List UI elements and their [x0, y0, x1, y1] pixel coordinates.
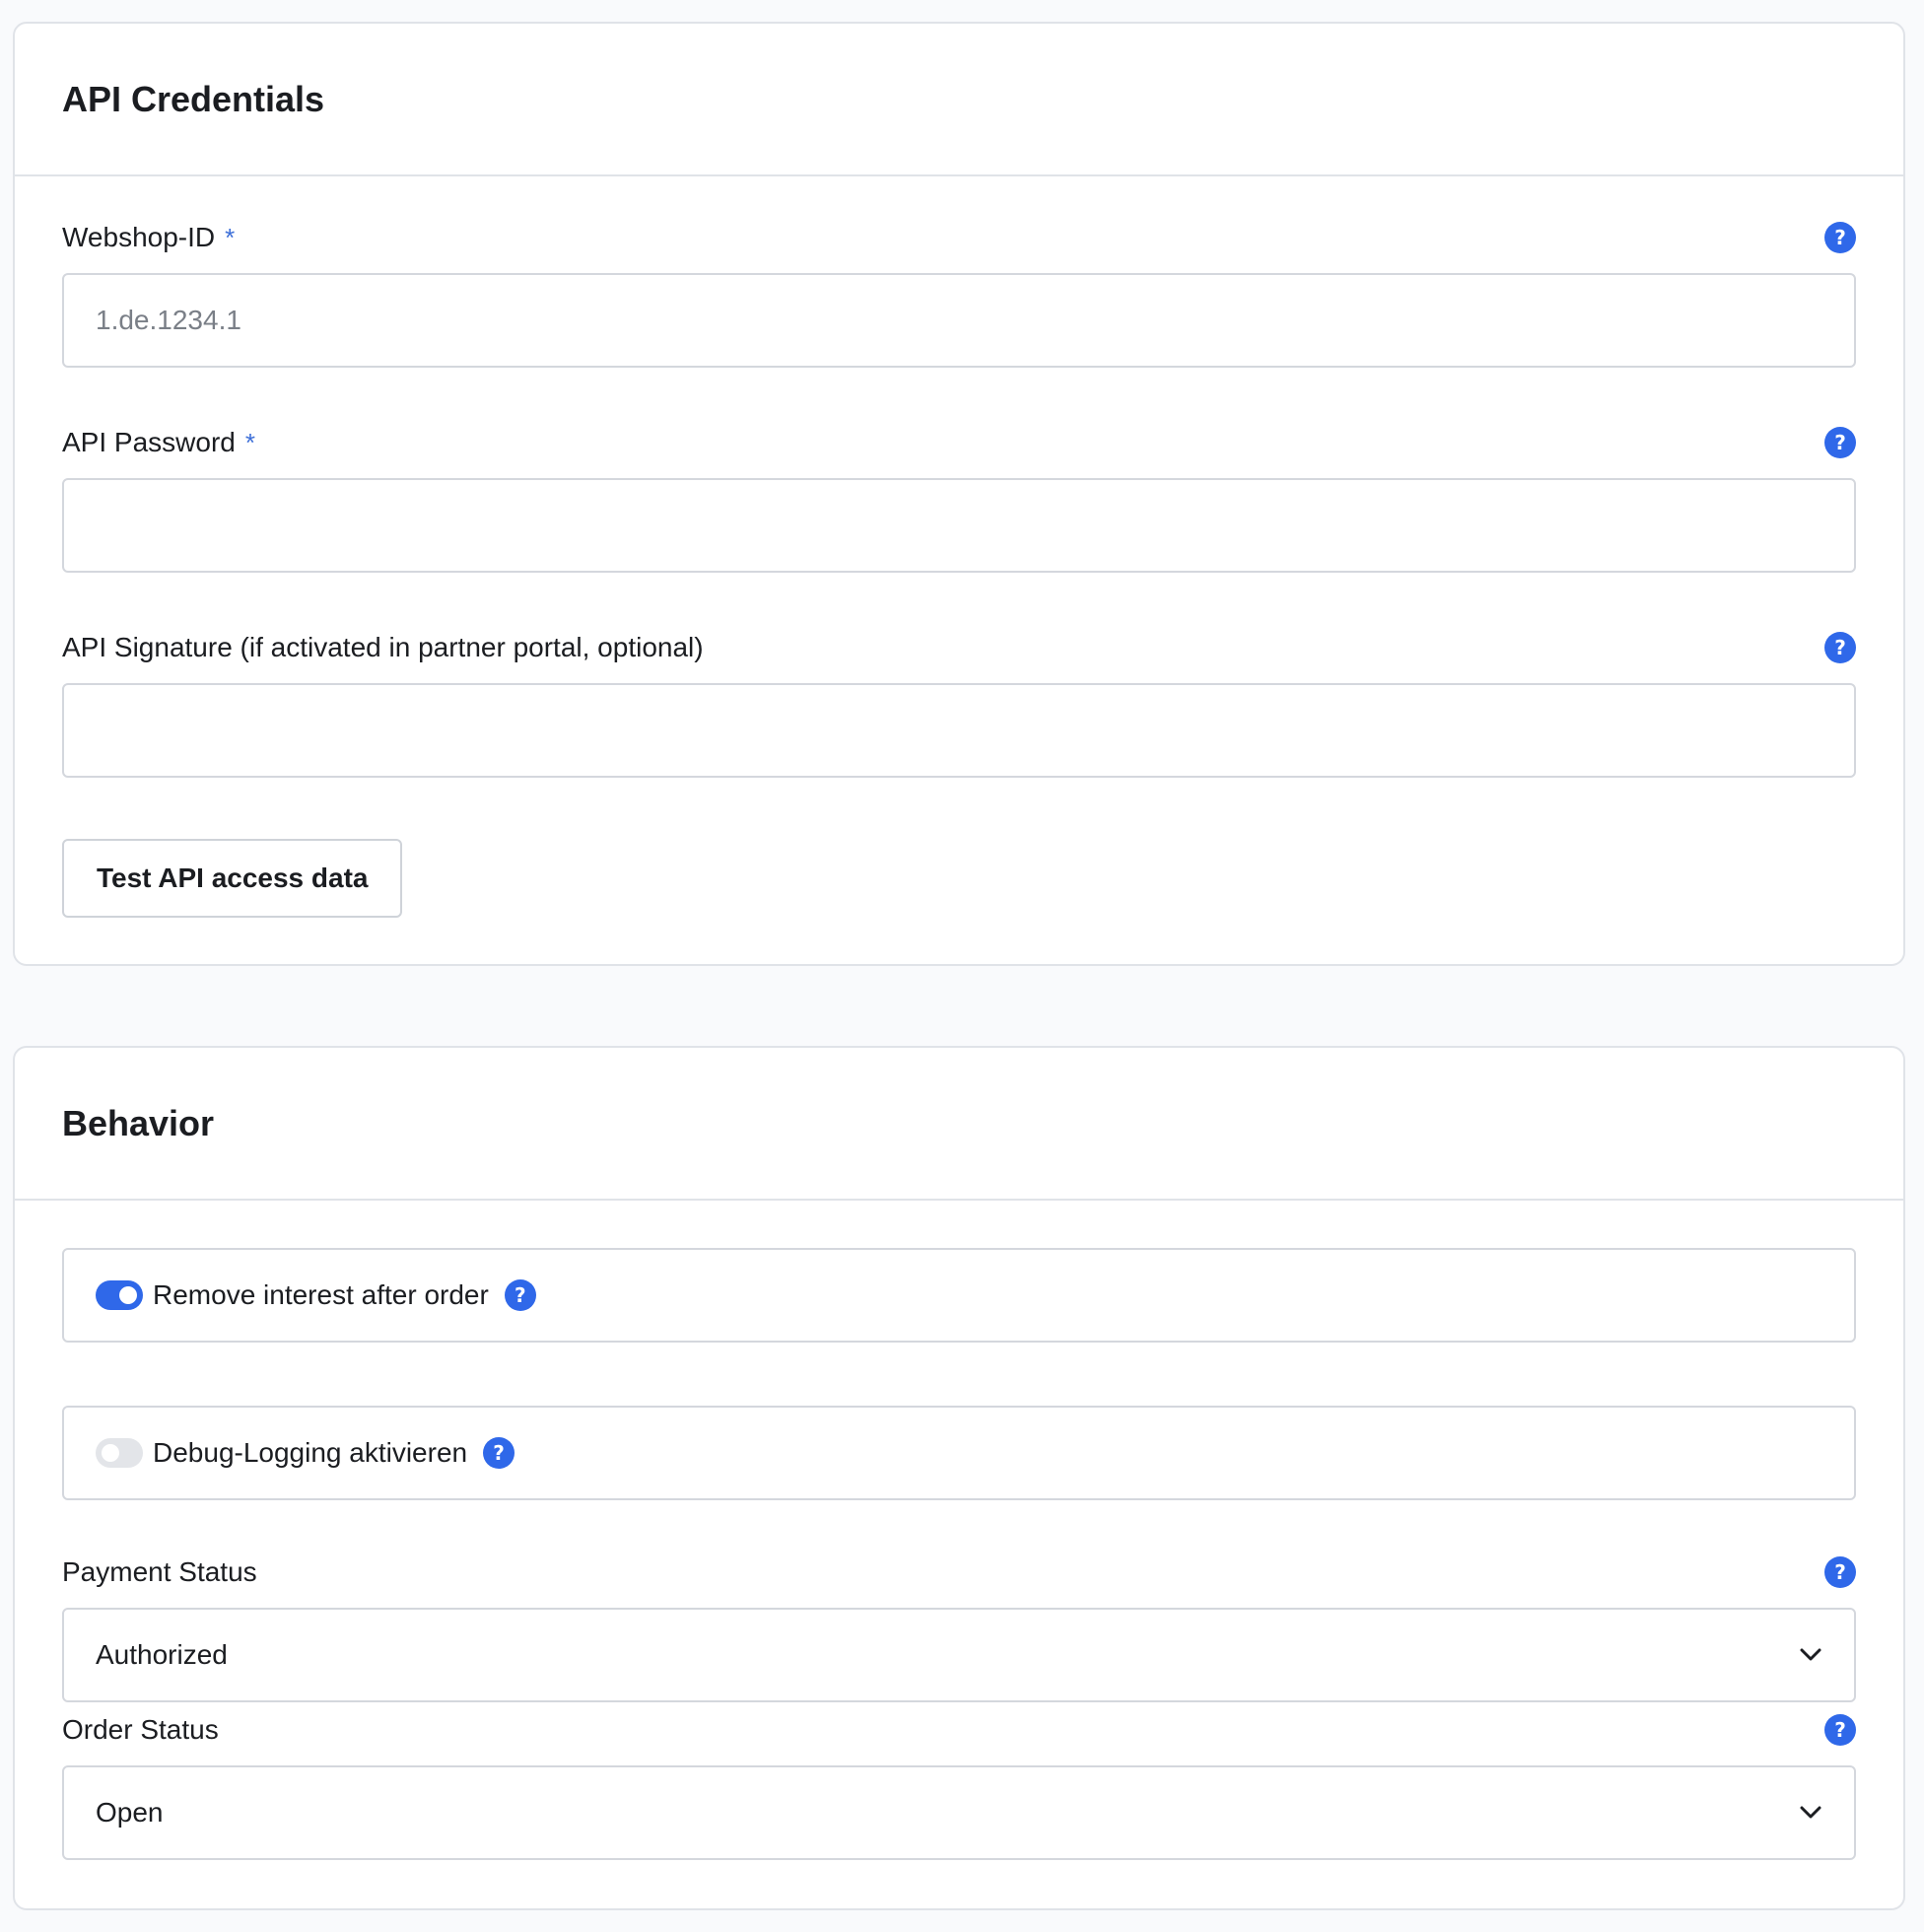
- help-icon[interactable]: ?: [504, 1279, 536, 1311]
- api-signature-field: API Signature (if activated in partner p…: [62, 630, 1856, 778]
- api-password-input[interactable]: [62, 478, 1856, 573]
- api-password-field: API Password * ?: [62, 425, 1856, 573]
- api-password-label: API Password *: [62, 427, 255, 457]
- toggle-knob: [102, 1444, 119, 1462]
- required-mark: *: [225, 223, 236, 252]
- api-signature-label: API Signature (if activated in partner p…: [62, 632, 704, 662]
- behavior-card: Behavior Remove interest after order ? D…: [13, 1046, 1905, 1910]
- remove-interest-setting: Remove interest after order ?: [62, 1248, 1856, 1343]
- help-icon[interactable]: ?: [1824, 222, 1856, 253]
- card-header: API Credentials: [15, 24, 1903, 176]
- api-credentials-card: API Credentials Webshop-ID* ? API Passwo…: [13, 22, 1905, 966]
- card-header: Behavior: [15, 1048, 1903, 1201]
- api-signature-input[interactable]: [62, 683, 1856, 778]
- help-icon[interactable]: ?: [483, 1437, 515, 1469]
- chevron-down-icon: [1799, 1801, 1822, 1825]
- order-status-label: Order Status: [62, 1714, 219, 1745]
- payment-status-label: Payment Status: [62, 1556, 257, 1587]
- webshop-id-label: Webshop-ID *: [62, 222, 236, 252]
- order-status-select[interactable]: Open: [62, 1765, 1856, 1860]
- test-api-access-button[interactable]: Test API access data: [62, 839, 403, 918]
- debug-logging-setting: Debug-Logging aktivieren ?: [62, 1406, 1856, 1500]
- payment-status-select[interactable]: Authorized: [62, 1608, 1856, 1702]
- debug-logging-toggle[interactable]: [96, 1438, 143, 1468]
- help-icon[interactable]: ?: [1824, 632, 1856, 663]
- card-title: API Credentials: [62, 78, 325, 119]
- toggle-knob: [119, 1286, 137, 1304]
- debug-logging-label: Debug-Logging aktivieren: [153, 1437, 468, 1468]
- help-icon[interactable]: ?: [1824, 427, 1856, 458]
- webshop-id-field: Webshop-ID * ?: [62, 220, 1856, 368]
- order-status-value: Open: [96, 1797, 164, 1828]
- remove-interest-label: Remove interest after order: [153, 1279, 489, 1310]
- webshop-id-input[interactable]: [62, 273, 1856, 368]
- help-icon[interactable]: ?: [1824, 1556, 1856, 1588]
- card-title: Behavior: [62, 1102, 215, 1143]
- remove-interest-toggle[interactable]: [96, 1280, 143, 1310]
- order-status-field: Order Status ? Open: [62, 1712, 1856, 1860]
- required-mark: *: [244, 428, 255, 457]
- payment-status-field: Payment Status ? Authorized: [62, 1554, 1856, 1702]
- chevron-down-icon: [1799, 1643, 1822, 1667]
- payment-status-value: Authorized: [96, 1639, 228, 1670]
- help-icon[interactable]: ?: [1824, 1714, 1856, 1746]
